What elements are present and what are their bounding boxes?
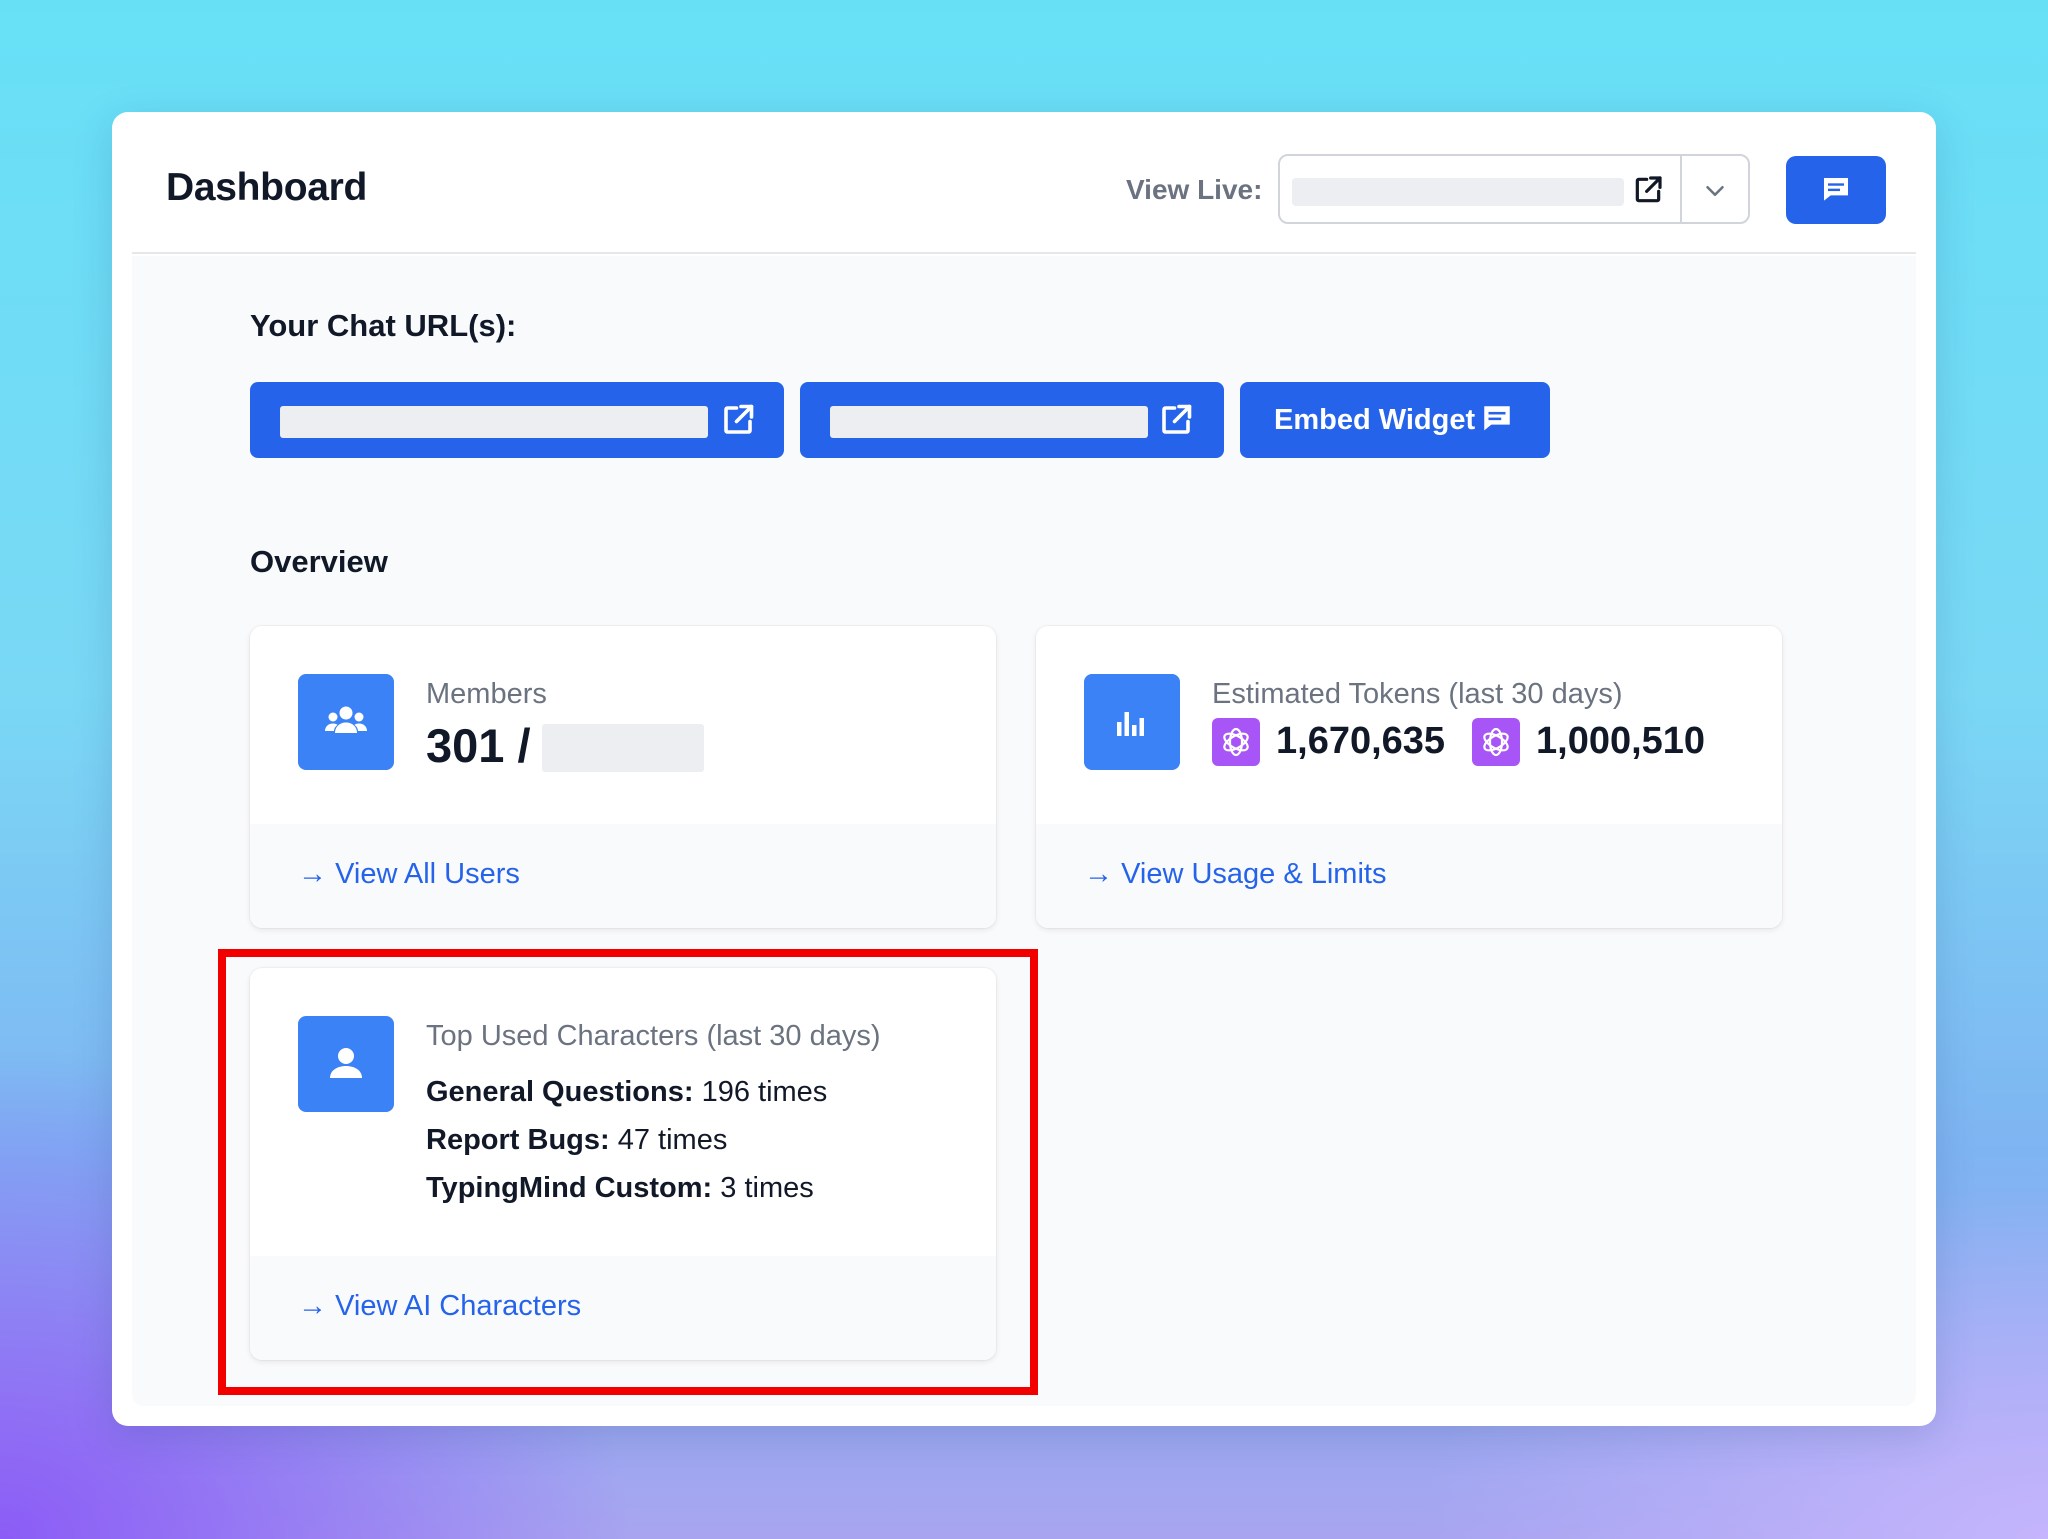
tokens-label: Estimated Tokens (last 30 days) — [1212, 678, 1623, 710]
overview-title: Overview — [250, 544, 388, 579]
tokens-value-1: 1,670,635 — [1276, 720, 1446, 762]
tokens-card: Estimated Tokens (last 30 days) 1,670,63… — [1036, 626, 1782, 928]
live-url-redacted — [1292, 178, 1624, 206]
external-link-icon — [1162, 404, 1192, 434]
members-value: 301 / — [426, 719, 531, 772]
view-live-select[interactable] — [1278, 154, 1750, 224]
users-icon — [325, 706, 367, 733]
members-card: Members 301 / → View All Users — [250, 626, 996, 928]
chat-bubble-icon — [1824, 178, 1848, 201]
embed-widget-button[interactable]: Embed Widget — [1240, 382, 1550, 458]
view-live-label: View Live: — [1126, 174, 1263, 205]
view-usage-limits-link[interactable]: → View Usage & Limits — [1084, 858, 1386, 891]
chevron-down-icon[interactable] — [1700, 176, 1730, 206]
arrow-right-icon: → — [298, 858, 327, 890]
view-all-users-link[interactable]: → View All Users — [298, 858, 520, 891]
page-title: Dashboard — [166, 166, 368, 209]
arrow-right-icon: → — [1084, 858, 1113, 890]
highlight-box — [218, 949, 1038, 1395]
chat-button[interactable] — [1786, 156, 1886, 224]
embed-widget-label: Embed Widget — [1274, 404, 1476, 436]
openai-icon — [1212, 718, 1260, 766]
external-link-icon — [724, 404, 754, 434]
view-usage-limits-label: View Usage & Limits — [1121, 858, 1387, 890]
members-icon-box — [298, 674, 394, 770]
chat-url-button-2[interactable] — [800, 382, 1224, 458]
tokens-card-footer: → View Usage & Limits — [1036, 824, 1782, 928]
external-link-icon[interactable] — [1632, 174, 1664, 206]
chat-url-redacted — [280, 406, 708, 438]
chat-url-redacted — [830, 406, 1148, 438]
members-limit-redacted — [542, 724, 704, 772]
tokens-icon-box — [1084, 674, 1180, 770]
members-card-footer: → View All Users — [250, 824, 996, 928]
tokens-value-2: 1,000,510 — [1536, 720, 1706, 762]
chat-urls-title: Your Chat URL(s): — [250, 308, 517, 343]
openai-icon — [1472, 718, 1520, 766]
members-label: Members — [426, 678, 547, 710]
chat-url-button-1[interactable] — [250, 382, 784, 458]
header: Dashboard View Live: — [132, 112, 1916, 254]
chat-bubble-icon — [1484, 406, 1510, 431]
bar-chart-icon — [1117, 712, 1144, 736]
view-all-users-label: View All Users — [335, 858, 520, 890]
select-divider — [1680, 156, 1682, 222]
